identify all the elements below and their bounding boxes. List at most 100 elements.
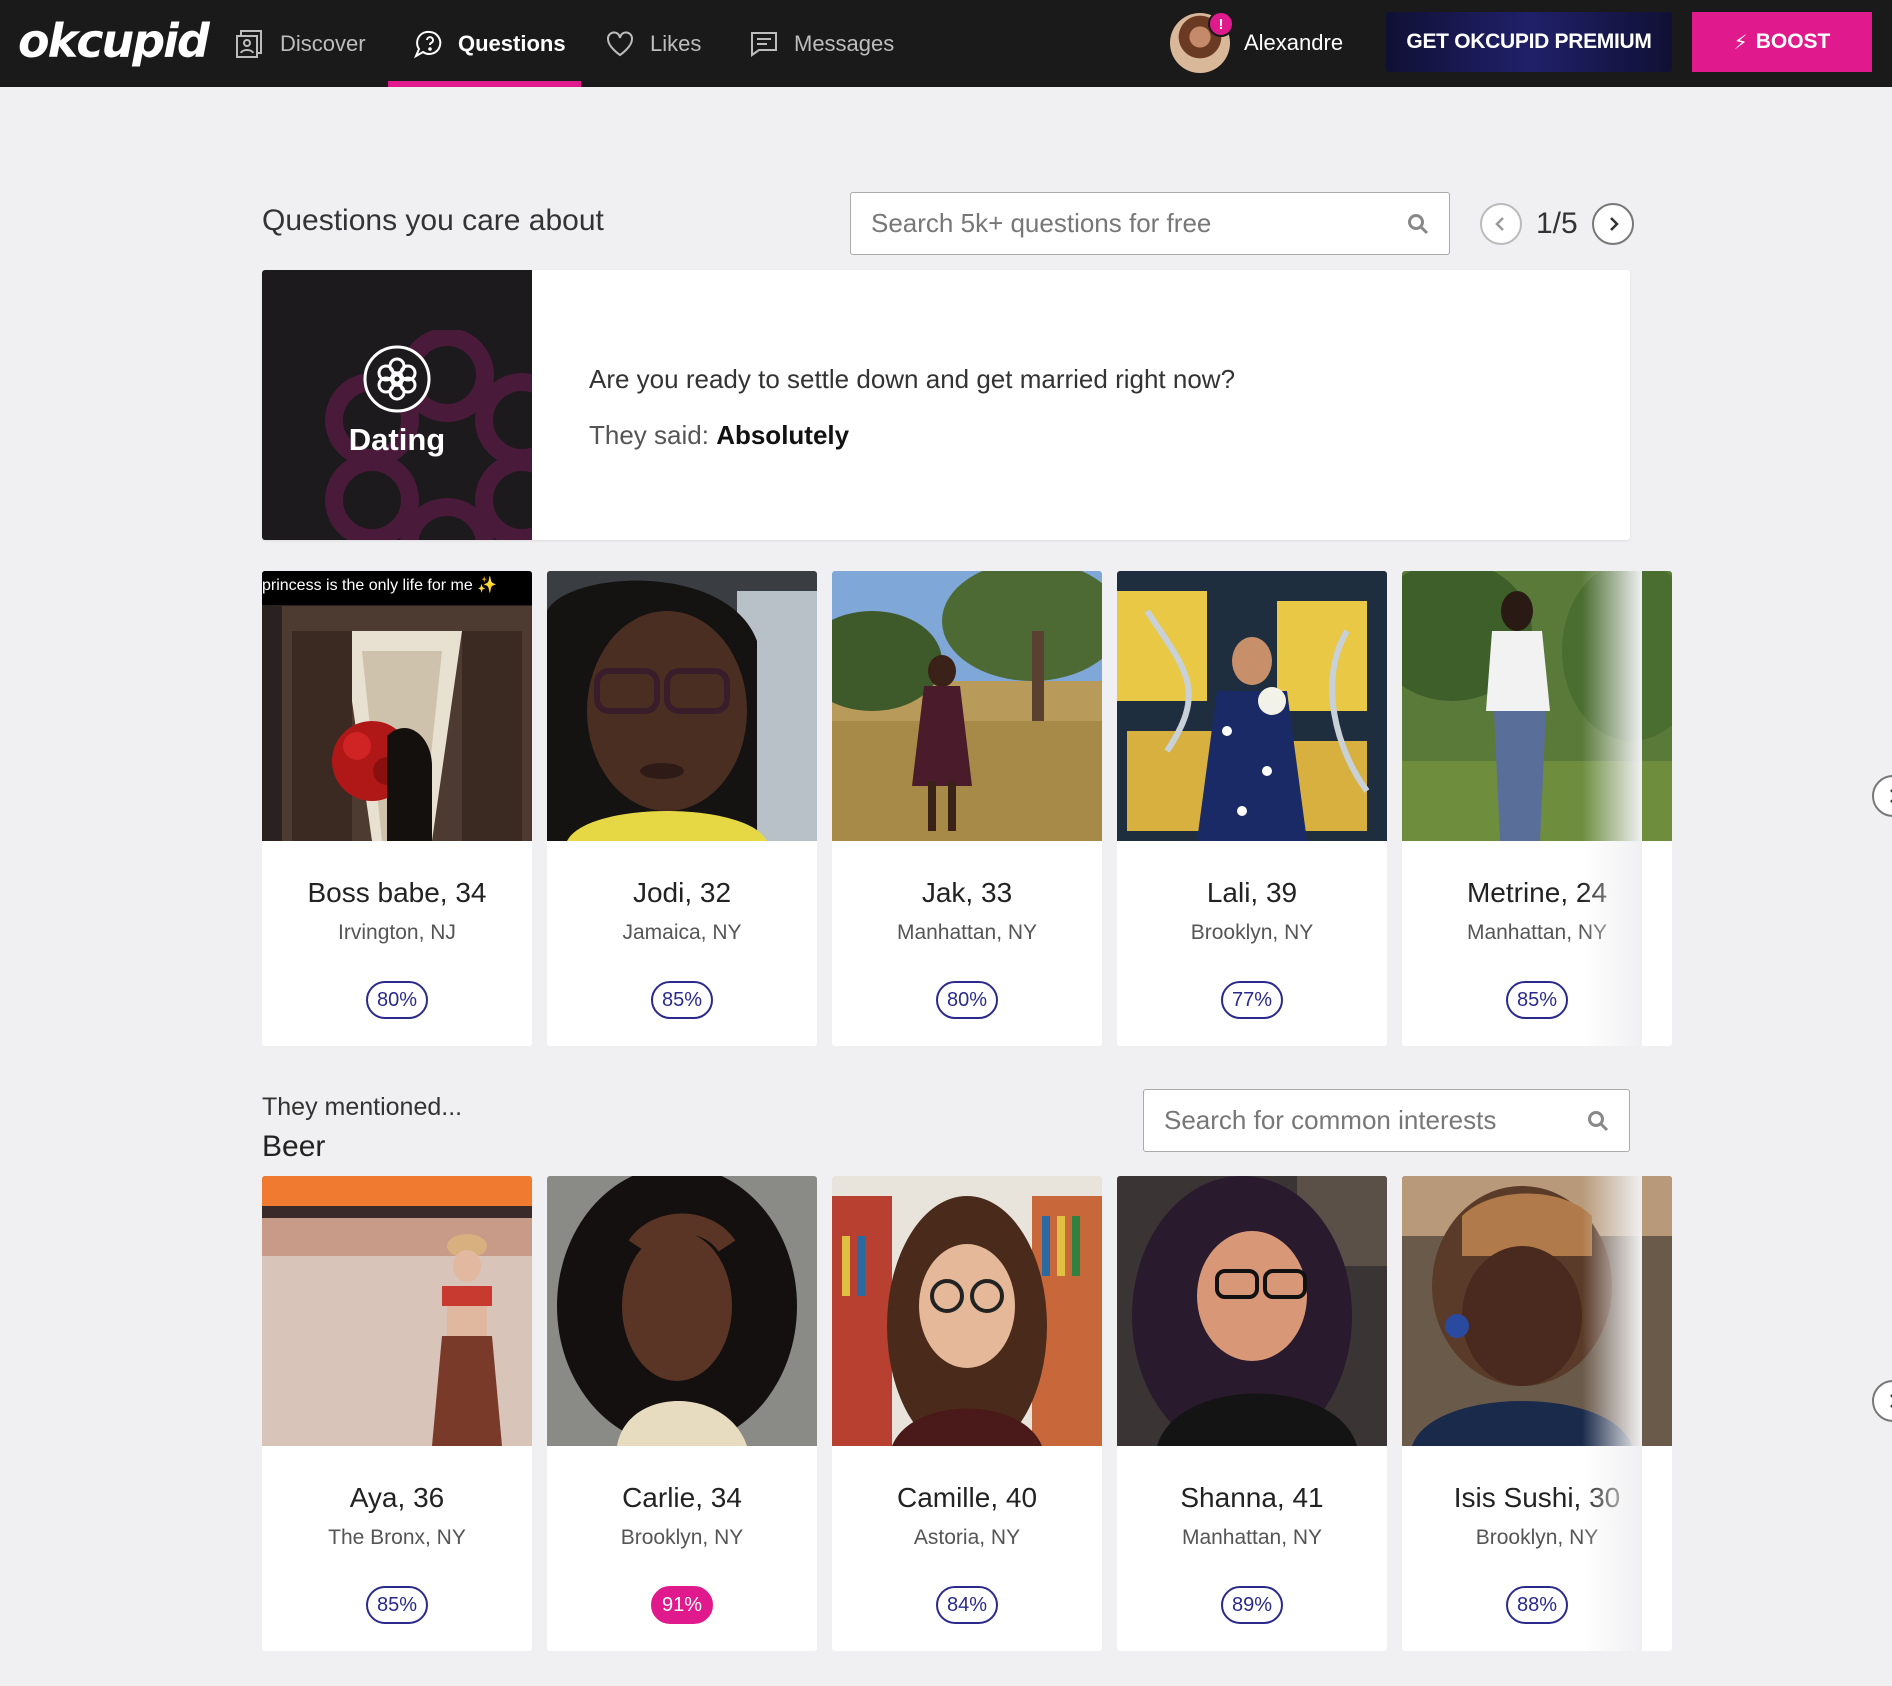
- heart-icon: [607, 31, 633, 56]
- profile-photo[interactable]: [547, 571, 817, 841]
- photo-garden: [1402, 571, 1672, 841]
- question-matches-row: princess is the only life for me ✨ Boss …: [262, 571, 1892, 1046]
- photo-field: [832, 571, 1102, 841]
- profile-card[interactable]: Metrine, 24 Manhattan, NY 85%: [1402, 571, 1672, 1046]
- chevron-right-icon: [1890, 1394, 1892, 1408]
- okcupid-logo[interactable]: okcupid: [18, 14, 210, 68]
- profile-card[interactable]: Aya, 36 The Bronx, NY 85%: [262, 1176, 532, 1651]
- lightning-icon: ⚡: [1733, 31, 1748, 54]
- profile-photo[interactable]: [547, 1176, 817, 1446]
- profile-name: Metrine, 24: [1466, 877, 1608, 908]
- match-percentage-badge: 84%: [936, 1586, 998, 1624]
- discover-icon: [236, 29, 262, 58]
- photo-bookshelf: [832, 1176, 1102, 1446]
- photo-caption: princess is the only life for me ✨: [262, 571, 532, 605]
- boost-button[interactable]: ⚡ BOOST: [1692, 12, 1872, 72]
- chevron-right-icon: [1609, 217, 1619, 231]
- nav-likes[interactable]: Likes: [604, 0, 701, 87]
- question-bubble-icon: [413, 30, 442, 58]
- user-name: Alexandre: [1244, 30, 1344, 55]
- profile-card[interactable]: Jak, 33 Manhattan, NY 80%: [832, 571, 1102, 1046]
- profile-card[interactable]: Carlie, 34 Brooklyn, NY 91%: [547, 1176, 817, 1651]
- profile-location: Manhattan, NY: [1181, 1526, 1323, 1549]
- photo-mural: [1117, 571, 1387, 841]
- chevron-left-icon: [1495, 217, 1504, 231]
- chat-icon: [751, 31, 777, 57]
- flower-icon: [363, 345, 431, 413]
- nav-discover-label: Discover: [280, 30, 366, 56]
- profile-name: Jak, 33: [921, 877, 1013, 908]
- notification-badge: !: [1208, 11, 1234, 37]
- profile-location: Brooklyn, NY: [1475, 1526, 1599, 1549]
- avatar[interactable]: !: [1170, 11, 1234, 73]
- match-percentage-badge: 80%: [936, 981, 998, 1019]
- profile-card[interactable]: Shanna, 41 Manhattan, NY 89%: [1117, 1176, 1387, 1651]
- nav-discover[interactable]: Discover: [234, 0, 366, 87]
- get-premium-button[interactable]: GET OKCUPID PREMIUM: [1386, 12, 1672, 72]
- profile-photo[interactable]: [832, 1176, 1102, 1446]
- profile-name: Boss babe, 34: [307, 877, 487, 908]
- nav-likes-label: Likes: [650, 30, 702, 56]
- profile-location: Manhattan, NY: [896, 921, 1038, 944]
- questions-search-input[interactable]: Search 5k+ questions for free: [850, 192, 1450, 255]
- interests-search-input[interactable]: Search for common interests: [1143, 1089, 1630, 1152]
- nav-questions-label: Questions: [458, 30, 566, 56]
- profile-card[interactable]: Isis Sushi, 30 Brooklyn, NY 88%: [1402, 1176, 1672, 1651]
- pager-count: 1/5: [1536, 207, 1578, 240]
- interests-intro: They mentioned...: [262, 1093, 463, 1121]
- profile-name: Camille, 40: [896, 1482, 1038, 1513]
- next-profiles-button[interactable]: [1872, 775, 1892, 817]
- photo-curly-hair: [547, 1176, 817, 1446]
- photo-beach: [262, 1176, 532, 1446]
- interest-matches-row: Aya, 36 The Bronx, NY 85% Carlie, 34 Bro…: [262, 1176, 1892, 1651]
- profile-photo[interactable]: [1402, 571, 1672, 841]
- profile-card[interactable]: Camille, 40 Astoria, NY 84%: [832, 1176, 1102, 1651]
- profile-location: Irvington, NJ: [338, 921, 456, 944]
- match-percentage-badge: 77%: [1221, 981, 1283, 1019]
- interest-topic: Beer: [262, 1130, 326, 1163]
- nav-questions[interactable]: Questions: [412, 0, 566, 87]
- nav-messages[interactable]: Messages: [748, 0, 894, 87]
- profile-location: Brooklyn, NY: [1190, 921, 1314, 944]
- question-category-panel: Dating: [262, 270, 532, 540]
- profile-card[interactable]: Lali, 39 Brooklyn, NY 77%: [1117, 571, 1387, 1046]
- profile-name: Carlie, 34: [622, 1482, 742, 1513]
- match-percentage-badge: 85%: [1506, 981, 1568, 1019]
- questions-section-title: Questions you care about: [262, 204, 604, 237]
- profile-photo[interactable]: [832, 571, 1102, 841]
- profile-location: Jamaica, NY: [622, 921, 742, 944]
- previous-question-button[interactable]: [1480, 203, 1522, 245]
- profile-name: Lali, 39: [1206, 877, 1298, 908]
- nav-messages-label: Messages: [794, 30, 895, 56]
- boost-label: BOOST: [1755, 30, 1831, 53]
- photo-hallway-roses: [262, 571, 532, 841]
- profile-photo[interactable]: [1117, 1176, 1387, 1446]
- question-category: Dating: [348, 422, 446, 457]
- chevron-right-icon: [1890, 789, 1892, 803]
- profile-photo[interactable]: [262, 1176, 532, 1446]
- match-percentage-badge: 89%: [1221, 1586, 1283, 1624]
- next-question-button[interactable]: [1591, 203, 1634, 245]
- questions-search-placeholder: Search 5k+ questions for free: [871, 208, 1212, 238]
- match-percentage-badge: 85%: [651, 981, 713, 1019]
- question-card[interactable]: Dating Are you ready to settle down and …: [262, 270, 1630, 540]
- profile-photo[interactable]: [1402, 1176, 1672, 1446]
- profile-photo[interactable]: [1117, 571, 1387, 841]
- profile-location: The Bronx, NY: [328, 1526, 466, 1549]
- profile-card[interactable]: princess is the only life for me ✨ Boss …: [262, 571, 532, 1046]
- profile-photo[interactable]: princess is the only life for me ✨: [262, 571, 532, 841]
- profile-location: Brooklyn, NY: [620, 1526, 744, 1549]
- profile-card[interactable]: Jodi, 32 Jamaica, NY 85%: [547, 571, 817, 1046]
- search-icon: [1408, 213, 1429, 234]
- question-answer: They said: Absolutely: [589, 420, 849, 451]
- question-text: Are you ready to settle down and get mar…: [589, 364, 1236, 394]
- profile-location: Astoria, NY: [913, 1526, 1021, 1549]
- user-menu[interactable]: ! Alexandre: [1170, 11, 1344, 74]
- active-tab-indicator: [388, 81, 581, 87]
- profile-name: Aya, 36: [349, 1482, 445, 1513]
- photo-selfie-glasses: [547, 571, 817, 841]
- profile-name: Isis Sushi, 30: [1453, 1482, 1621, 1513]
- top-nav: okcupid Discover Questions Likes Message…: [0, 0, 1892, 87]
- answer-prefix: They said:: [589, 420, 709, 450]
- next-profiles-button[interactable]: [1872, 1380, 1892, 1422]
